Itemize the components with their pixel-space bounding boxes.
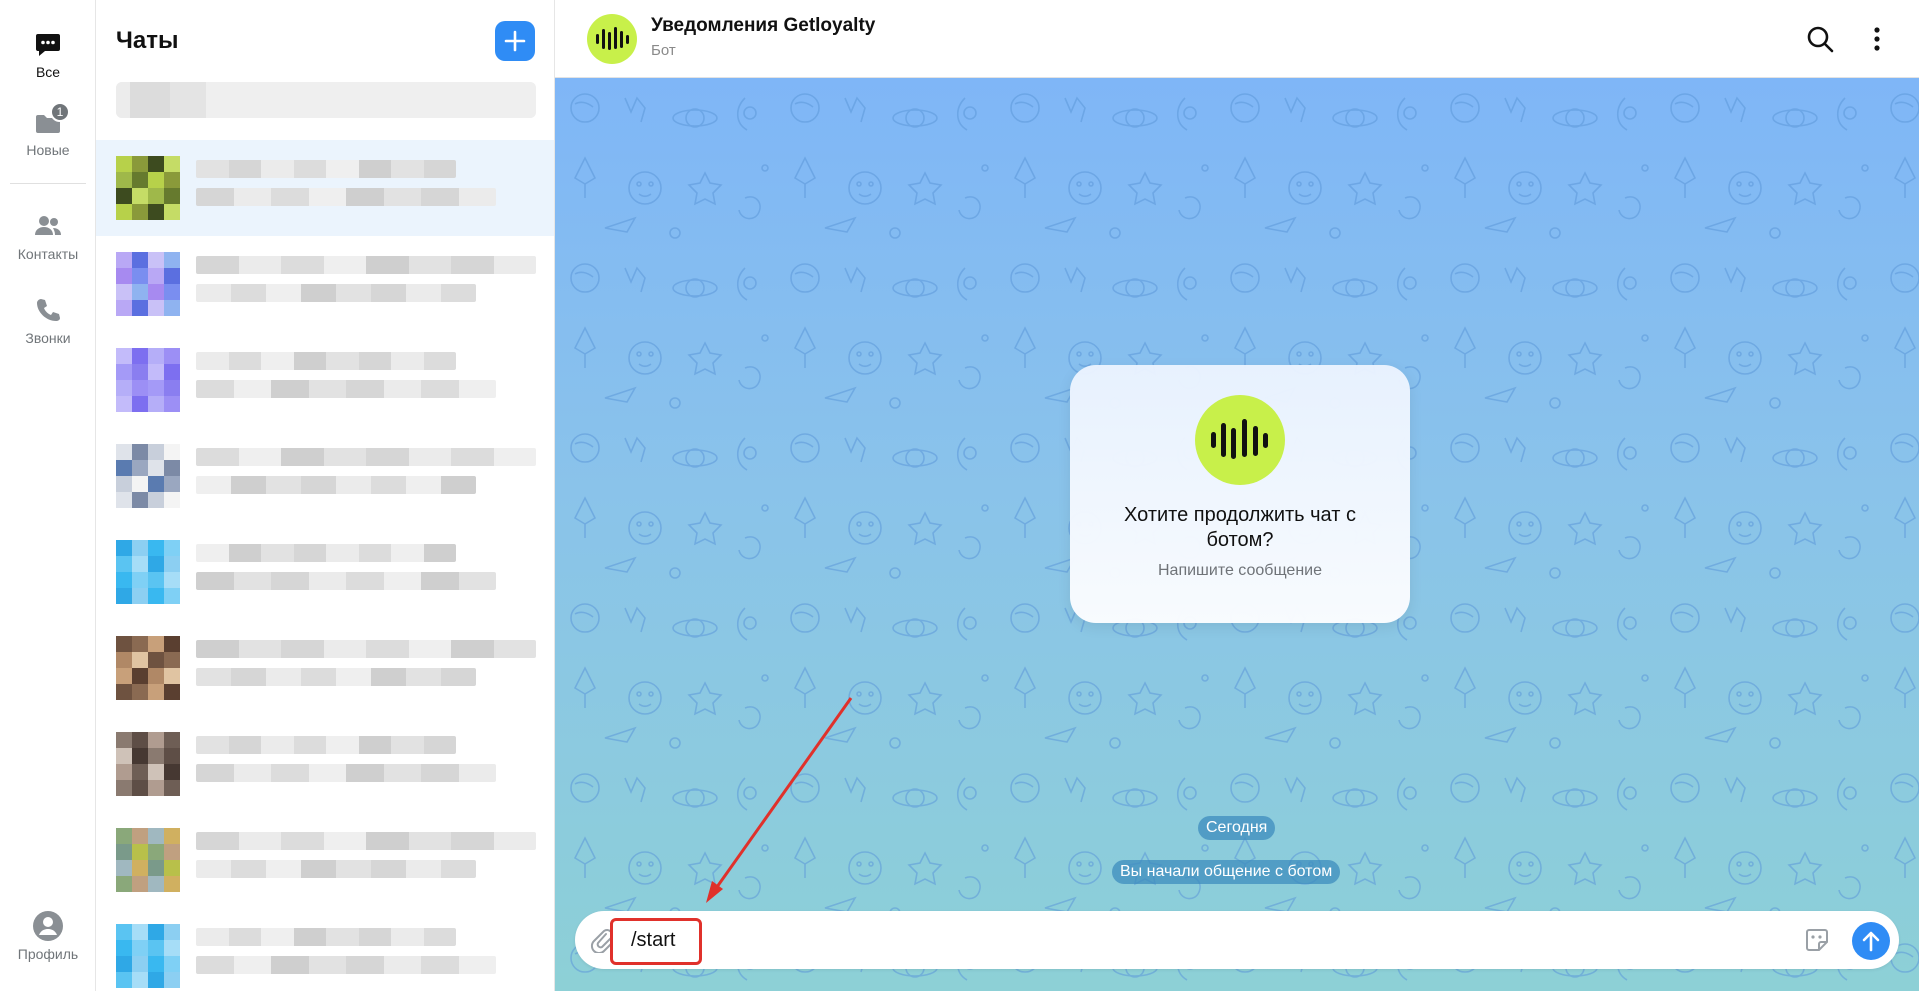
search-icon [1807, 26, 1834, 53]
more-vertical-icon [1874, 27, 1880, 51]
chat-header: Уведомления Getloyalty Бот [555, 0, 1919, 78]
folder-icon: 1 [32, 102, 70, 138]
chat-list-panel: Чаты [96, 0, 555, 991]
chat-list-item[interactable] [96, 236, 554, 332]
rail-item-contacts[interactable]: Контакты [0, 210, 96, 262]
rail-item-new[interactable]: 1 Новые [0, 102, 96, 158]
chat-list-item[interactable] [96, 140, 554, 236]
bot-avatar[interactable] [587, 14, 637, 64]
rail-label: Все [35, 64, 61, 80]
phone-icon [32, 294, 64, 326]
unread-badge: 1 [50, 102, 70, 122]
bot-logo-icon [596, 27, 629, 50]
chat-preview-blurred [196, 736, 536, 792]
rail-label: Профиль [17, 946, 79, 962]
rail-label: Контакты [17, 246, 79, 262]
avatar [116, 636, 180, 700]
chat-background: Хотите продолжить чат с ботом? Напишите … [555, 78, 1919, 991]
search-button[interactable] [1805, 24, 1835, 54]
chat-preview-blurred [196, 640, 536, 696]
sticker-icon [1806, 929, 1828, 951]
avatar [116, 924, 180, 988]
send-button[interactable] [1852, 922, 1890, 960]
bot-welcome-card: Хотите продолжить чат с ботом? Напишите … [1070, 365, 1410, 623]
sticker-button[interactable] [1803, 926, 1831, 954]
chat-list-item[interactable] [96, 428, 554, 524]
chat-list-item[interactable] [96, 716, 554, 812]
bot-card-title: Хотите продолжить чат с ботом? [1124, 504, 1356, 551]
bot-card-hint: Напишите сообщение [1157, 562, 1322, 579]
rail-item-calls[interactable]: Звонки [0, 294, 96, 346]
chat-preview-blurred [196, 832, 536, 888]
chat-title[interactable]: Уведомления Getloyalty [651, 15, 875, 37]
chat-list-item[interactable] [96, 908, 554, 991]
rail-label: Новые [26, 142, 70, 158]
rail-item-profile[interactable]: Профиль [0, 910, 96, 962]
avatar [116, 540, 180, 604]
date-pill: Сегодня [1198, 816, 1276, 840]
rail-divider [10, 183, 86, 184]
chat-preview-blurred [196, 256, 536, 312]
new-chat-button[interactable] [495, 21, 535, 61]
paperclip-icon [590, 929, 613, 955]
message-composer [575, 911, 1899, 969]
chat-list-item[interactable] [96, 524, 554, 620]
avatar [116, 444, 180, 508]
chat-list-item[interactable] [96, 620, 554, 716]
avatar [116, 252, 180, 316]
more-button[interactable] [1867, 24, 1887, 54]
bot-logo-icon [1211, 419, 1268, 459]
chat-subtitle: Бот [651, 42, 676, 59]
chat-preview-blurred [196, 544, 536, 600]
avatar [116, 732, 180, 796]
chat-list-item[interactable] [96, 812, 554, 908]
search-field-blurred[interactable] [116, 82, 536, 118]
chat-preview-blurred [196, 352, 536, 408]
profile-icon [32, 910, 64, 942]
contacts-icon [32, 210, 64, 242]
attach-button[interactable] [589, 927, 615, 955]
nav-rail: Все 1 Новые Контакты Звонки Профиль [0, 0, 96, 991]
chat-bubble-icon [32, 28, 64, 60]
chat-list-title: Чаты [116, 27, 179, 54]
system-message-pill: Вы начали общение с ботом [1112, 860, 1341, 884]
message-input[interactable] [631, 921, 1781, 959]
avatar [116, 828, 180, 892]
arrow-up-icon [1862, 931, 1880, 952]
rail-item-all[interactable]: Все [0, 28, 96, 80]
bot-card-avatar [1195, 395, 1285, 485]
chat-preview-blurred [196, 160, 536, 216]
rail-label: Звонки [25, 330, 71, 346]
chat-area: Уведомления Getloyalty Бот Хотите продол… [555, 0, 1919, 991]
chat-list-item[interactable] [96, 332, 554, 428]
avatar [116, 156, 180, 220]
chat-preview-blurred [196, 928, 536, 984]
avatar [116, 348, 180, 412]
plus-icon [504, 30, 526, 52]
chat-preview-blurred [196, 448, 536, 504]
